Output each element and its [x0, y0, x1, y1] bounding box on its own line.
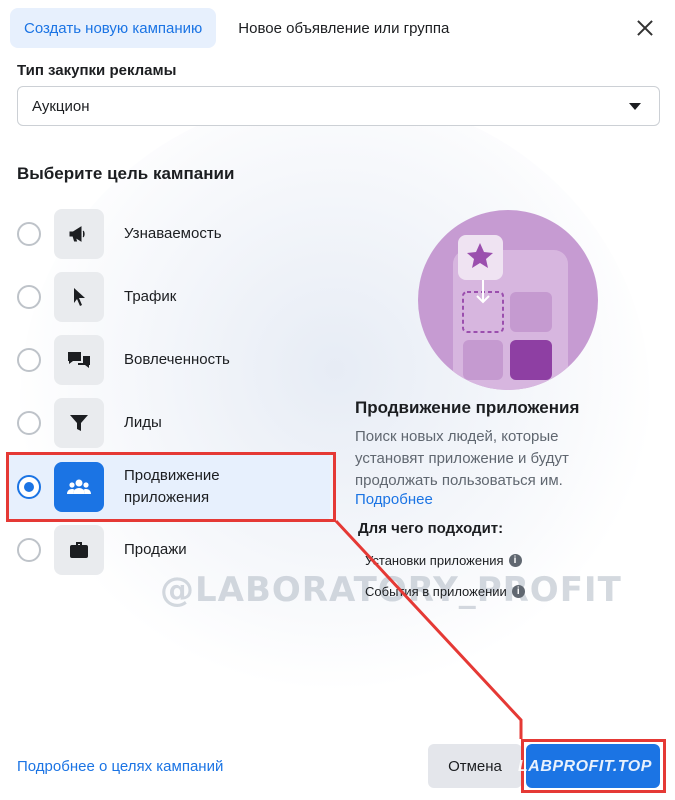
- objective-leads[interactable]: Лиды: [17, 394, 327, 452]
- people-icon: [54, 462, 104, 512]
- radio-app-promotion[interactable]: [17, 475, 41, 499]
- continue-button[interactable]: [526, 744, 660, 788]
- briefcase-icon: [54, 525, 104, 575]
- chat-bubbles-icon: [54, 335, 104, 385]
- radio-traffic[interactable]: [17, 285, 41, 309]
- suited-item: Установки приложения i: [365, 553, 522, 568]
- info-icon[interactable]: i: [508, 554, 522, 567]
- tab-new-ad-or-group[interactable]: Новое объявление или группа: [224, 8, 463, 48]
- suited-item-label: Установки приложения: [365, 553, 504, 568]
- tab-bar: Создать новую кампанию Новое объявление …: [10, 8, 463, 48]
- objective-label: Продажи: [124, 541, 187, 558]
- suited-heading: Для чего подходит:: [358, 520, 504, 537]
- close-icon[interactable]: [633, 16, 657, 40]
- cancel-button[interactable]: Отмена: [428, 744, 522, 788]
- chevron-down-icon: [629, 103, 641, 110]
- learn-more-objectives-link[interactable]: Подробнее о целях кампаний: [17, 758, 223, 775]
- radio-engagement[interactable]: [17, 348, 41, 372]
- megaphone-icon: [54, 209, 104, 259]
- app-promotion-illustration: [418, 210, 598, 390]
- info-title: Продвижение приложения: [355, 398, 580, 417]
- suited-item: События в приложении i: [365, 584, 525, 599]
- objective-label: Трафик: [124, 288, 177, 305]
- info-more-link[interactable]: Подробнее: [355, 491, 433, 508]
- buy-type-value: Аукцион: [32, 97, 90, 115]
- info-description: Поиск новых людей, которые установят при…: [355, 428, 569, 489]
- tab-create-campaign[interactable]: Создать новую кампанию: [10, 8, 217, 48]
- objective-engagement[interactable]: Вовлеченность: [17, 331, 327, 389]
- objective-traffic[interactable]: Трафик: [17, 268, 327, 326]
- radio-sales[interactable]: [17, 538, 41, 562]
- objective-label: Лиды: [124, 414, 162, 431]
- objective-heading: Выберите цель кампании: [17, 164, 235, 183]
- objective-label: Вовлеченность: [124, 351, 230, 368]
- objective-label: Продвижение приложения: [124, 467, 220, 506]
- buy-type-select[interactable]: Аукцион: [17, 86, 660, 126]
- objective-app-promotion[interactable]: Продвижение приложения: [8, 453, 330, 521]
- objective-label: Узнаваемость: [124, 225, 222, 242]
- objective-sales[interactable]: Продажи: [17, 521, 327, 579]
- objective-awareness[interactable]: Узнаваемость: [17, 205, 327, 263]
- funnel-icon: [54, 398, 104, 448]
- radio-awareness[interactable]: [17, 222, 41, 246]
- radio-leads[interactable]: [17, 411, 41, 435]
- buy-type-label: Тип закупки рекламы: [17, 62, 177, 79]
- info-icon[interactable]: i: [511, 585, 525, 598]
- suited-item-label: События в приложении: [365, 584, 507, 599]
- cursor-icon: [54, 272, 104, 322]
